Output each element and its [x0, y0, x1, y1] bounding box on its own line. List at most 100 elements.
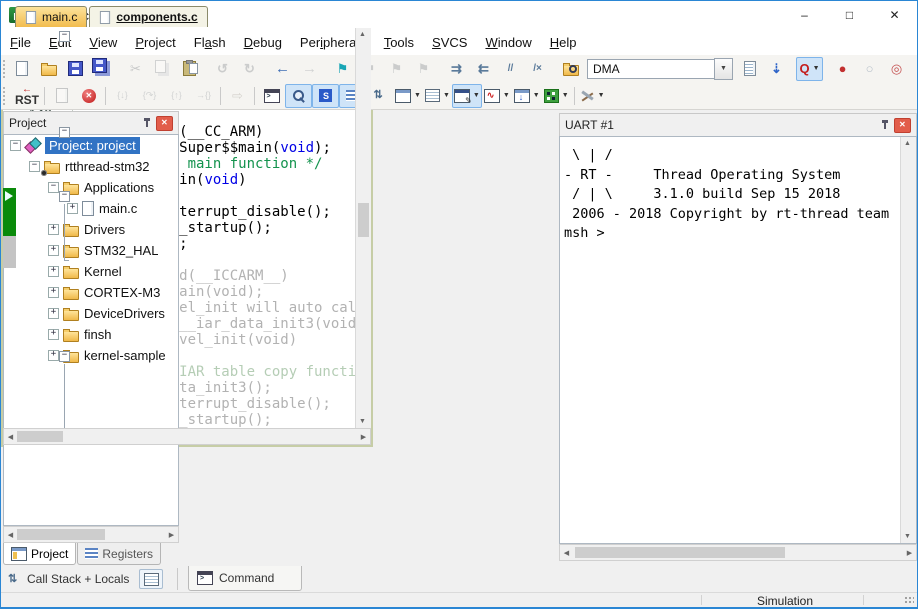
menu-debug[interactable]: Debug — [235, 31, 291, 54]
editor-vscrollbar[interactable]: ▲ ▼ — [355, 28, 371, 428]
toolbox-button[interactable]: ▼ — [542, 84, 571, 108]
scroll-up-icon[interactable]: ▲ — [356, 28, 369, 41]
scroll-thumb[interactable] — [17, 431, 63, 442]
dropdown-arrow-icon[interactable]: ▼ — [443, 92, 450, 99]
fold-box-icon[interactable]: − — [59, 127, 70, 138]
dropdown-arrow-icon[interactable]: ▼ — [813, 65, 820, 72]
tree-item-kernel-sample[interactable]: +kernel-sample — [4, 345, 178, 366]
indent-button[interactable]: ⇉ — [443, 57, 470, 81]
scroll-thumb[interactable] — [575, 547, 785, 558]
scroll-left-icon[interactable]: ◀ — [560, 546, 573, 559]
dropdown-arrow-icon[interactable]: ▼ — [562, 92, 569, 99]
close-button[interactable]: ✕ — [872, 1, 917, 29]
scroll-up-icon[interactable]: ▲ — [901, 137, 914, 150]
disable-all-breakpoints-button[interactable]: ◎ — [883, 57, 910, 81]
dropdown-arrow-icon[interactable]: ▼ — [533, 92, 540, 99]
find-in-files-button[interactable] — [557, 57, 584, 81]
resize-grip[interactable] — [904, 596, 914, 605]
run-to-cursor-button[interactable]: →{} — [190, 84, 217, 108]
tools-menu-button[interactable]: ▼ — [578, 84, 607, 108]
tree-item-stm32-hal[interactable]: +STM32_HAL — [4, 240, 178, 261]
outdent-button[interactable]: ⇇ — [470, 57, 497, 81]
step-button[interactable]: {↓} — [109, 84, 136, 108]
watch-window-button[interactable]: ▼ — [393, 84, 423, 108]
fold-margin[interactable]: − — [57, 124, 72, 140]
uncomment-button[interactable]: /× — [524, 57, 551, 81]
uart-output[interactable]: \ | / - RT - Thread Operating System / |… — [560, 137, 900, 543]
analysis-window-button[interactable]: ▼ — [482, 84, 512, 108]
incremental-find-button[interactable]: ⇣ — [763, 57, 790, 81]
scroll-down-icon[interactable]: ▼ — [901, 530, 914, 543]
disassembly-window-button[interactable] — [285, 84, 312, 108]
enable-disable-breakpoint-button[interactable]: ○ — [856, 57, 883, 81]
uart-vscrollbar[interactable]: ▲ ▼ — [900, 137, 916, 543]
tree-item-finsh[interactable]: +finsh — [4, 324, 178, 345]
menu-project[interactable]: Project — [126, 31, 184, 54]
scroll-right-icon[interactable]: ▶ — [903, 546, 916, 559]
scroll-thumb[interactable] — [17, 529, 105, 540]
dropdown-arrow-icon[interactable]: ▼ — [598, 92, 605, 99]
paste-button[interactable] — [176, 57, 203, 81]
maximize-button[interactable]: □ — [827, 1, 872, 29]
tree-item-rtthread-stm32[interactable]: −rtthread-stm32 — [4, 156, 178, 177]
memory-window-button[interactable] — [139, 569, 163, 589]
pin-button[interactable] — [139, 115, 156, 131]
fold-margin[interactable]: − — [57, 188, 72, 204]
dropdown-arrow-icon[interactable]: ▼ — [473, 92, 480, 99]
fold-margin[interactable]: − — [57, 28, 72, 44]
tree-item-cortex-m3[interactable]: +CORTEX-M3 — [4, 282, 178, 303]
dropdown-arrow-icon[interactable]: ▼ — [414, 92, 421, 99]
fold-box-icon[interactable]: − — [59, 191, 70, 202]
redo-button[interactable]: ↻ — [236, 57, 263, 81]
menu-flash[interactable]: Flash — [185, 31, 235, 54]
editor-tab-main-c[interactable]: main.c — [15, 6, 87, 27]
pin-button[interactable] — [877, 117, 894, 133]
navigate-forward-button[interactable]: → — [296, 57, 323, 81]
editor-hscrollbar[interactable]: ◀ ▶ — [3, 428, 371, 445]
comment-button[interactable]: // — [497, 57, 524, 81]
step-out-button[interactable]: {↑} — [163, 84, 190, 108]
insert-remove-breakpoint-button[interactable]: ● — [829, 57, 856, 81]
command-tab[interactable]: Command — [188, 566, 302, 591]
scroll-left-icon[interactable]: ◀ — [4, 528, 17, 541]
tree-item-main-c[interactable]: +main.c — [4, 198, 178, 219]
bookmark-toggle-button[interactable]: ⚑ — [329, 57, 356, 81]
menu-tools[interactable]: Tools — [375, 31, 423, 54]
find-combo-input[interactable] — [587, 59, 714, 79]
tree-item-applications[interactable]: −Applications — [4, 177, 178, 198]
project-hscrollbar[interactable]: ◀ ▶ — [3, 526, 179, 543]
kill-all-breakpoints-button[interactable]: ⊗ — [910, 57, 918, 81]
minimize-button[interactable]: – — [782, 1, 827, 29]
tree-item-drivers[interactable]: +Drivers — [4, 219, 178, 240]
quick-find-button[interactable]: Q▼ — [796, 57, 823, 81]
scroll-right-icon[interactable]: ▶ — [357, 430, 370, 443]
fold-box-icon[interactable]: − — [59, 31, 70, 42]
save-all-button[interactable] — [89, 57, 116, 81]
scroll-left-icon[interactable]: ◀ — [4, 430, 17, 443]
stop-button[interactable] — [75, 84, 102, 108]
panel-tab-project[interactable]: Project — [3, 542, 76, 565]
step-over-button[interactable]: {↷} — [136, 84, 163, 108]
tree-item-devicedrivers[interactable]: +DeviceDrivers — [4, 303, 178, 324]
system-viewer-button[interactable]: ▼ — [512, 84, 542, 108]
menu-svcs[interactable]: SVCS — [423, 31, 476, 54]
uart-hscrollbar[interactable]: ◀ ▶ — [559, 544, 917, 561]
command-window-button[interactable] — [258, 84, 285, 108]
memory-window-button[interactable]: ▼ — [423, 84, 452, 108]
find-combo-dropdown-button[interactable]: ▼ — [714, 58, 733, 80]
find-button[interactable] — [736, 57, 763, 81]
show-next-statement-button[interactable]: ⇨ — [224, 84, 251, 108]
cut-button[interactable]: ✂ — [122, 57, 149, 81]
scroll-right-icon[interactable]: ▶ — [165, 528, 178, 541]
menu-help[interactable]: Help — [541, 31, 586, 54]
expand-toggle[interactable]: − — [29, 161, 40, 172]
serial-window-button[interactable]: ▼ — [452, 84, 482, 108]
tree-item-project-project[interactable]: −Project: project — [4, 135, 178, 156]
bookmark-clear-all-button[interactable]: ⚑ — [410, 57, 437, 81]
scroll-thumb[interactable] — [358, 203, 369, 237]
reset-button[interactable]: RST — [13, 84, 41, 108]
uart-panel-close-button[interactable] — [894, 117, 911, 133]
dropdown-arrow-icon[interactable]: ▼ — [503, 92, 510, 99]
tree-item-kernel[interactable]: +Kernel — [4, 261, 178, 282]
call-stack-locals-bar[interactable]: Call Stack + Locals — [3, 568, 178, 590]
